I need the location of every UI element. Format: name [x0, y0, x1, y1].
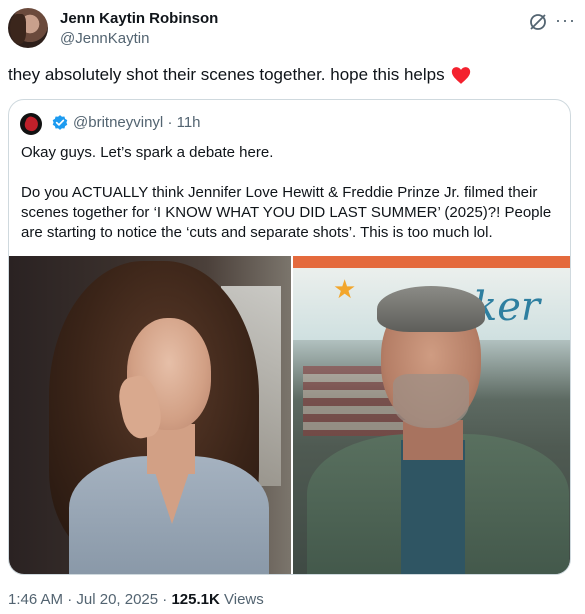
more-options-icon[interactable]: ··· — [555, 11, 576, 29]
tweet-body: they absolutely shot their scenes togeth… — [8, 65, 471, 85]
quoted-time[interactable]: 11h — [177, 114, 201, 131]
tweet-text: they absolutely shot their scenes togeth… — [8, 65, 445, 84]
quoted-author-avatar[interactable] — [20, 113, 42, 135]
tweet-meta: 1:46 AM · Jul 20, 2025 · 125.1K Views — [8, 591, 264, 608]
heart-emoji-icon — [451, 66, 470, 84]
meta-separator: · — [67, 591, 73, 608]
meta-separator: · — [167, 114, 173, 131]
photo-jennifer-love-hewitt[interactable] — [9, 256, 291, 574]
photo-freddie-prinze-jr[interactable]: ★ ker — [293, 256, 570, 574]
author-avatar[interactable] — [8, 8, 48, 48]
author-handle[interactable]: @JennKaytin — [60, 30, 149, 47]
views-count: 125.1K — [171, 591, 220, 608]
tweet-header: Jenn Kaytin Robinson @JennKaytin ··· — [8, 8, 578, 52]
quoted-tweet[interactable]: @britneyvinyl · 11h Okay guys. Let’s spa… — [8, 99, 571, 575]
views-label: Views — [224, 591, 264, 608]
quoted-text-line: Okay guys. Let’s spark a debate here. — [21, 144, 274, 161]
quoted-text-line: are starting to notice the ‘cuts and sep… — [21, 224, 493, 241]
tweet-date[interactable]: Jul 20, 2025 — [76, 591, 158, 608]
tweet-time[interactable]: 1:46 AM — [8, 591, 63, 608]
quoted-text-line: Do you ACTUALLY think Jennifer Love Hewi… — [21, 184, 538, 201]
grok-icon[interactable] — [528, 12, 548, 32]
author-name[interactable]: Jenn Kaytin Robinson — [60, 10, 218, 27]
verified-badge-icon — [52, 115, 68, 130]
meta-separator: · — [162, 591, 168, 608]
quoted-text-line: scenes together for ‘I KNOW WHAT YOU DID… — [21, 204, 552, 221]
quoted-text: Okay guys. Let’s spark a debate here. Do… — [21, 143, 566, 243]
quoted-author-meta: @britneyvinyl · 11h — [73, 114, 201, 131]
quoted-author-handle[interactable]: @britneyvinyl — [73, 114, 163, 131]
